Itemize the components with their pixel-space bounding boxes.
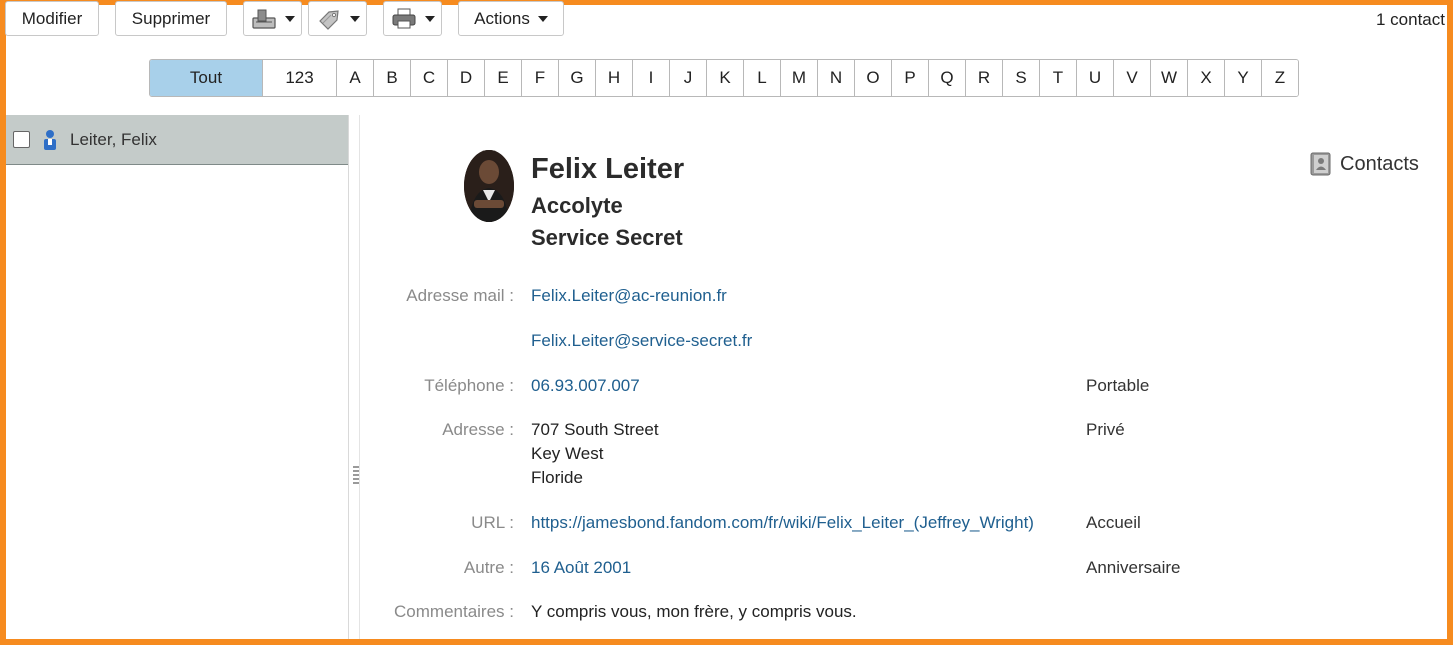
chevron-down-icon (349, 15, 360, 22)
import-dropdown-button[interactable] (243, 1, 302, 36)
alpha-filter-p[interactable]: P (891, 60, 928, 96)
toolbar: Modifier Supprimer Actions 1 contact (0, 0, 1453, 44)
contact-avatar (464, 150, 514, 222)
modify-button[interactable]: Modifier (5, 1, 99, 36)
alpha-filter-c[interactable]: C (410, 60, 447, 96)
alpha-filter-t[interactable]: T (1039, 60, 1076, 96)
list-item[interactable]: Leiter, Felix (6, 115, 348, 165)
phone-type: Portable (1086, 376, 1150, 395)
alpha-filter-o[interactable]: O (854, 60, 891, 96)
alpha-filter-d[interactable]: D (447, 60, 484, 96)
alpha-filter-w[interactable]: W (1150, 60, 1187, 96)
other-label: Autre : (463, 558, 514, 577)
phone-label: Téléphone : (424, 376, 514, 395)
alpha-filter-i[interactable]: I (632, 60, 669, 96)
address-value: 707 South Street Key West Floride (531, 418, 659, 490)
address-line-3: Floride (531, 468, 583, 487)
tag-dropdown-button[interactable] (308, 1, 367, 36)
alpha-filter-n[interactable]: N (817, 60, 854, 96)
alpha-filter-m[interactable]: M (780, 60, 817, 96)
printer-icon (392, 8, 415, 28)
alpha-filter-x[interactable]: X (1187, 60, 1224, 96)
alpha-filter-v[interactable]: V (1113, 60, 1150, 96)
address-line-1: 707 South Street (531, 420, 659, 439)
alpha-filter-f[interactable]: F (521, 60, 558, 96)
alpha-filter-e[interactable]: E (484, 60, 521, 96)
url-link[interactable]: https://jamesbond.fandom.com/fr/wiki/Fel… (531, 513, 1034, 533)
alpha-filter-u[interactable]: U (1076, 60, 1113, 96)
alpha-filter-j[interactable]: J (669, 60, 706, 96)
alpha-filter-s[interactable]: S (1002, 60, 1039, 96)
address-book-label: Contacts (1340, 152, 1419, 175)
email-link-2[interactable]: Felix.Leiter@service-secret.fr (531, 331, 752, 351)
alphabet-filter-bar: Tout 123 A B C D E F G H I J K L M N O P Q R S T U V W X Y Z (149, 59, 1299, 97)
other-value[interactable]: 16 Août 2001 (531, 558, 631, 578)
url-label: URL : (471, 513, 514, 532)
chevron-down-icon (284, 15, 295, 22)
address-label: Adresse : (442, 420, 514, 439)
contact-count: 1 contact (1376, 10, 1445, 29)
address-book-indicator: Contacts (1310, 152, 1419, 176)
alpha-filter-q[interactable]: Q (928, 60, 965, 96)
comments-value: Y compris vous, mon frère, y compris vou… (531, 602, 857, 621)
delete-button[interactable]: Supprimer (115, 1, 227, 36)
email-link-1[interactable]: Felix.Leiter@ac-reunion.fr (531, 286, 727, 306)
contact-name: Felix Leiter (531, 153, 685, 185)
address-book-icon (1310, 152, 1331, 176)
alpha-filter-k[interactable]: K (706, 60, 743, 96)
chevron-down-icon (424, 15, 435, 22)
alpha-filter-g[interactable]: G (558, 60, 595, 96)
actions-dropdown-button[interactable]: Actions (458, 1, 564, 36)
chevron-down-icon (537, 15, 548, 22)
comments-label: Commentaires : (394, 602, 514, 621)
person-icon (44, 129, 56, 150)
contact-list: Leiter, Felix (6, 115, 349, 639)
contact-name-label: Leiter, Felix (70, 129, 157, 149)
url-type: Accueil (1086, 513, 1141, 532)
alpha-filter-r[interactable]: R (965, 60, 1002, 96)
alpha-filter-y[interactable]: Y (1224, 60, 1261, 96)
actions-label: Actions (474, 8, 530, 28)
address-type: Privé (1086, 420, 1125, 439)
tag-icon (318, 9, 339, 30)
phone-link[interactable]: 06.93.007.007 (531, 376, 640, 396)
alpha-filter-h[interactable]: H (595, 60, 632, 96)
alpha-filter-numbers[interactable]: 123 (262, 60, 336, 96)
contact-organization: Service Secret (531, 225, 683, 250)
email-label: Adresse mail : (406, 286, 514, 305)
contact-role: Accolyte (531, 193, 623, 218)
alpha-filter-all[interactable]: Tout (150, 60, 262, 96)
alpha-filter-l[interactable]: L (743, 60, 780, 96)
address-line-2: Key West (531, 444, 604, 463)
alpha-filter-b[interactable]: B (373, 60, 410, 96)
alpha-filter-z[interactable]: Z (1261, 60, 1298, 96)
alpha-filter-a[interactable]: A (336, 60, 373, 96)
import-icon (251, 9, 276, 29)
print-dropdown-button[interactable] (383, 1, 442, 36)
other-type: Anniversaire (1086, 558, 1181, 577)
select-checkbox[interactable] (13, 131, 30, 148)
